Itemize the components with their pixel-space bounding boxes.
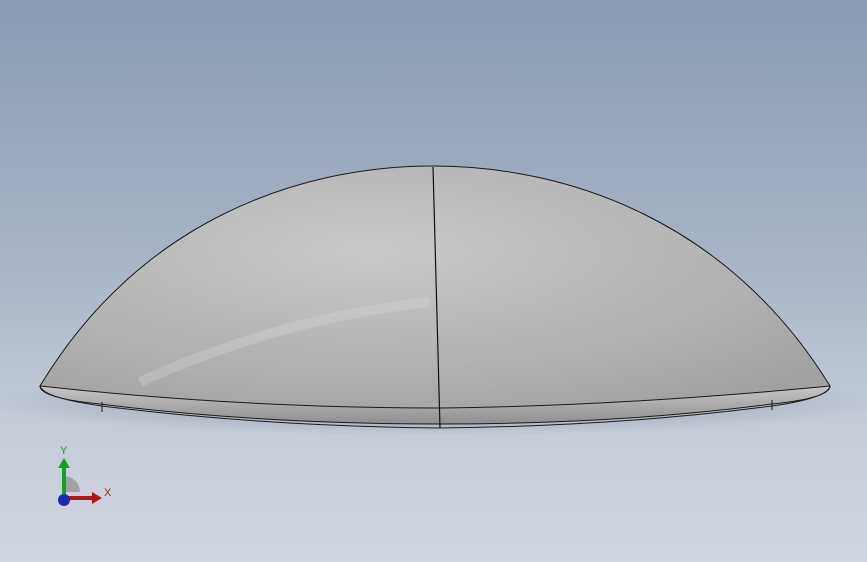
y-axis-label: Y [60, 445, 68, 457]
y-axis-arrow [58, 458, 70, 468]
z-axis-dot [58, 494, 70, 506]
x-axis-arrow [92, 492, 102, 504]
dome-model[interactable] [0, 0, 867, 562]
reference-triad: Y X [58, 445, 112, 506]
triad-plane-icon [64, 476, 80, 492]
x-axis-label: X [104, 487, 112, 499]
graphics-viewport[interactable]: Y X [0, 0, 867, 562]
